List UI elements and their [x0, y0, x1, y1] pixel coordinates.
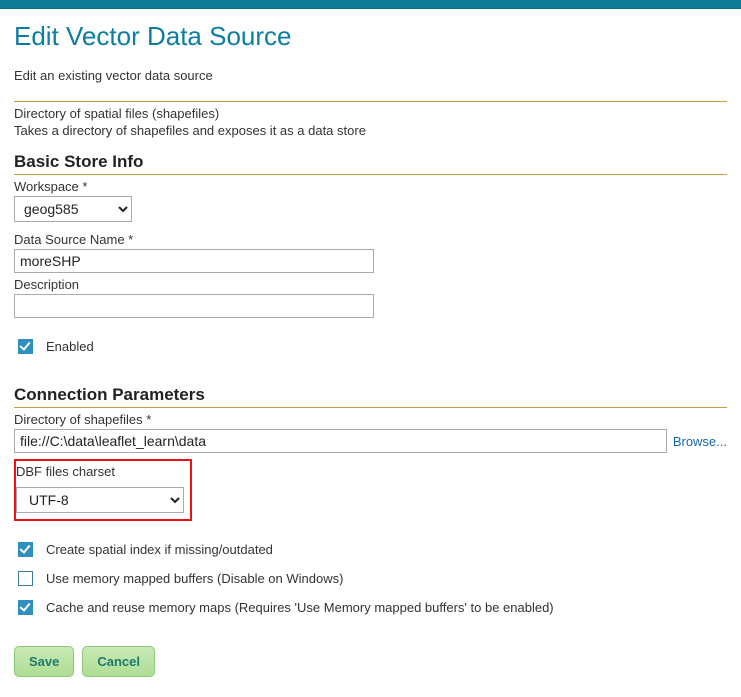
app-topbar: [0, 0, 741, 9]
enabled-label: Enabled: [46, 339, 94, 354]
data-source-name-label: Data Source Name *: [14, 232, 727, 247]
store-type-desc: Takes a directory of shapefiles and expo…: [14, 123, 727, 138]
description-label: Description: [14, 277, 727, 292]
workspace-label: Workspace *: [14, 179, 727, 194]
cancel-button[interactable]: Cancel: [82, 646, 155, 677]
data-source-name-input[interactable]: [14, 249, 374, 273]
description-input[interactable]: [14, 294, 374, 318]
charset-highlight: DBF files charset UTF-8: [14, 459, 192, 521]
connection-parameters-heading: Connection Parameters: [14, 385, 727, 408]
basic-store-info-heading: Basic Store Info: [14, 152, 727, 175]
charset-select[interactable]: UTF-8: [16, 487, 184, 513]
charset-label: DBF files charset: [16, 464, 184, 479]
cache-reuse-label: Cache and reuse memory maps (Requires 'U…: [46, 600, 554, 615]
memory-mapped-checkbox[interactable]: [18, 571, 33, 586]
enabled-checkbox[interactable]: [18, 339, 33, 354]
page-subtitle: Edit an existing vector data source: [14, 68, 727, 83]
workspace-select[interactable]: geog585: [14, 196, 132, 222]
browse-link[interactable]: Browse...: [673, 434, 727, 449]
save-button[interactable]: Save: [14, 646, 74, 677]
spatial-index-checkbox[interactable]: [18, 542, 33, 557]
store-type-name: Directory of spatial files (shapefiles): [14, 106, 727, 121]
page-title: Edit Vector Data Source: [14, 21, 727, 52]
shapefile-dir-label: Directory of shapefiles *: [14, 412, 727, 427]
memory-mapped-label: Use memory mapped buffers (Disable on Wi…: [46, 571, 343, 586]
page-body: Edit Vector Data Source Edit an existing…: [0, 9, 741, 697]
spatial-index-label: Create spatial index if missing/outdated: [46, 542, 273, 557]
shapefile-dir-input[interactable]: [14, 429, 667, 453]
cache-reuse-checkbox[interactable]: [18, 600, 33, 615]
divider: [14, 101, 727, 102]
